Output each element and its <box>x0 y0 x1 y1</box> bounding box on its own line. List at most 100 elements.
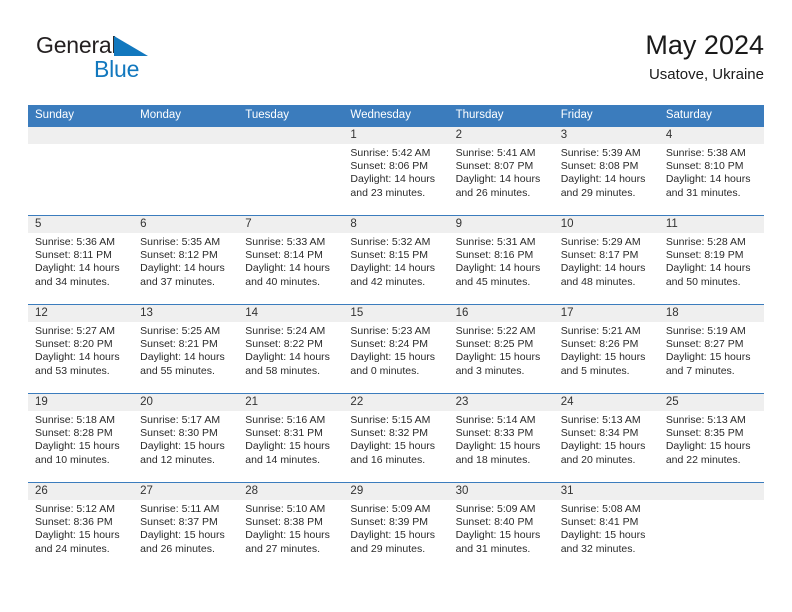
day-cell[interactable]: 21 Sunrise: 5:16 AM Sunset: 8:31 PM Dayligh… <box>238 394 344 482</box>
sunset-text: Sunset: 8:20 PM <box>35 338 113 351</box>
day-cell[interactable] <box>133 127 239 215</box>
day-number: 2 <box>448 127 554 144</box>
day-cell[interactable]: 25 Sunrise: 5:13 AM Sunset: 8:35 PM Dayligh… <box>658 394 764 482</box>
day-cell[interactable]: 5 Sunrise: 5:36 AM Sunset: 8:11 PM Daylight… <box>28 216 134 304</box>
day-cell[interactable]: 22 Sunrise: 5:15 AM Sunset: 8:32 PM Dayligh… <box>343 394 449 482</box>
sunrise-text: Sunrise: 5:28 AM <box>665 236 746 248</box>
daylight-text-line1: Daylight: 15 hours <box>455 440 541 453</box>
day-info: Sunrise: 5:12 AM Sunset: 8:36 PM Daylight:… <box>28 500 133 556</box>
daylight-text-line2: and 29 minutes. <box>350 542 426 555</box>
day-info: Sunrise: 5:15 AM Sunset: 8:32 PM Daylight:… <box>343 411 448 467</box>
daylight-text-line2: and 55 minutes. <box>140 364 215 377</box>
daylight-text-line2: and 45 minutes. <box>455 275 531 288</box>
week-row: 12 Sunrise: 5:27 AM Sunset: 8:20 PM Dayligh… <box>28 304 764 393</box>
daylight-text-line1: Daylight: 15 hours <box>245 529 330 542</box>
day-cell[interactable]: 18 Sunrise: 5:19 AM Sunset: 8:27 PM Dayligh… <box>658 305 764 393</box>
day-cell[interactable]: 13 Sunrise: 5:25 AM Sunset: 8:21 PM Dayligh… <box>133 305 239 393</box>
day-cell[interactable]: 8 Sunrise: 5:32 AM Sunset: 8:15 PM Daylight… <box>343 216 449 304</box>
day-cell[interactable]: 26 Sunrise: 5:12 AM Sunset: 8:36 PM Dayligh… <box>28 483 134 571</box>
day-info: Sunrise: 5:27 AM Sunset: 8:20 PM Daylight:… <box>28 322 133 378</box>
daylight-text-line1: Daylight: 14 hours <box>455 173 541 186</box>
daylight-text-line1: Daylight: 14 hours <box>455 262 541 275</box>
daylight-text-line1: Daylight: 15 hours <box>665 440 751 453</box>
day-number: 22 <box>343 394 449 411</box>
sunset-text: Sunset: 8:21 PM <box>140 338 218 351</box>
day-cell[interactable] <box>658 483 764 571</box>
day-cell[interactable]: 6 Sunrise: 5:35 AM Sunset: 8:12 PM Daylight… <box>133 216 239 304</box>
day-number <box>133 127 239 144</box>
day-number: 8 <box>343 216 449 233</box>
sunset-text: Sunset: 8:14 PM <box>245 249 323 262</box>
day-info: Sunrise: 5:42 AM Sunset: 8:06 PM Daylight:… <box>343 144 448 200</box>
page-title: May 2024 <box>645 30 764 60</box>
sunset-text: Sunset: 8:37 PM <box>140 516 218 529</box>
day-cell[interactable]: 27 Sunrise: 5:11 AM Sunset: 8:37 PM Dayligh… <box>133 483 239 571</box>
day-cell[interactable]: 4 Sunrise: 5:38 AM Sunset: 8:10 PM Daylight… <box>658 127 764 215</box>
day-cell[interactable]: 31 Sunrise: 5:08 AM Sunset: 8:41 PM Dayligh… <box>553 483 659 571</box>
day-cell[interactable]: 28 Sunrise: 5:10 AM Sunset: 8:38 PM Dayligh… <box>238 483 344 571</box>
day-cell[interactable]: 11 Sunrise: 5:28 AM Sunset: 8:19 PM Dayligh… <box>658 216 764 304</box>
sunrise-text: Sunrise: 5:14 AM <box>455 414 536 426</box>
day-cell[interactable]: 23 Sunrise: 5:14 AM Sunset: 8:33 PM Dayligh… <box>448 394 554 482</box>
day-info: Sunrise: 5:16 AM Sunset: 8:31 PM Daylight:… <box>238 411 343 467</box>
daylight-text-line1: Daylight: 15 hours <box>455 529 541 542</box>
day-cell[interactable]: 10 Sunrise: 5:29 AM Sunset: 8:17 PM Dayligh… <box>553 216 659 304</box>
daylight-text-line1: Daylight: 14 hours <box>35 351 120 364</box>
day-cell[interactable] <box>28 127 134 215</box>
sunset-text: Sunset: 8:36 PM <box>35 516 113 529</box>
day-info: Sunrise: 5:22 AM Sunset: 8:25 PM Daylight:… <box>449 322 554 378</box>
day-number: 1 <box>343 127 449 144</box>
daylight-text-line1: Daylight: 15 hours <box>35 440 120 453</box>
sunrise-text: Sunrise: 5:22 AM <box>455 325 536 337</box>
sunrise-text: Sunrise: 5:21 AM <box>560 325 641 337</box>
day-cell[interactable]: 9 Sunrise: 5:31 AM Sunset: 8:16 PM Daylight… <box>448 216 554 304</box>
sunset-text: Sunset: 8:12 PM <box>140 249 218 262</box>
day-cell[interactable]: 15 Sunrise: 5:23 AM Sunset: 8:24 PM Dayligh… <box>343 305 449 393</box>
day-cell[interactable]: 2 Sunrise: 5:41 AM Sunset: 8:07 PM Daylight… <box>448 127 554 215</box>
daylight-text-line2: and 18 minutes. <box>455 453 531 466</box>
day-cell[interactable]: 29 Sunrise: 5:09 AM Sunset: 8:39 PM Dayligh… <box>343 483 449 571</box>
day-number: 25 <box>658 394 764 411</box>
day-cell[interactable]: 17 Sunrise: 5:21 AM Sunset: 8:26 PM Dayligh… <box>553 305 659 393</box>
day-cell[interactable]: 19 Sunrise: 5:18 AM Sunset: 8:28 PM Dayligh… <box>28 394 134 482</box>
day-cell[interactable] <box>238 127 344 215</box>
day-cell[interactable]: 14 Sunrise: 5:24 AM Sunset: 8:22 PM Dayligh… <box>238 305 344 393</box>
sunrise-text: Sunrise: 5:39 AM <box>560 147 641 159</box>
day-cell[interactable]: 3 Sunrise: 5:39 AM Sunset: 8:08 PM Daylight… <box>553 127 659 215</box>
day-cell[interactable]: 24 Sunrise: 5:13 AM Sunset: 8:34 PM Dayligh… <box>553 394 659 482</box>
weekday-header-monday: Monday <box>140 109 182 121</box>
sunset-text: Sunset: 8:17 PM <box>560 249 639 262</box>
day-cell[interactable]: 20 Sunrise: 5:17 AM Sunset: 8:30 PM Dayligh… <box>133 394 239 482</box>
day-cell[interactable]: 1 Sunrise: 5:42 AM Sunset: 8:06 PM Daylight… <box>343 127 449 215</box>
day-number: 12 <box>28 305 134 322</box>
sunset-text: Sunset: 8:11 PM <box>35 249 112 262</box>
sunset-text: Sunset: 8:33 PM <box>455 427 534 440</box>
brand-logo[interactable]: General Blue <box>36 32 256 88</box>
daylight-text-line1: Daylight: 15 hours <box>350 529 436 542</box>
sunrise-text: Sunrise: 5:18 AM <box>35 414 115 426</box>
day-cell[interactable]: 16 Sunrise: 5:22 AM Sunset: 8:25 PM Dayligh… <box>448 305 554 393</box>
day-number: 10 <box>553 216 659 233</box>
sunrise-text: Sunrise: 5:36 AM <box>35 236 115 248</box>
daylight-text-line2: and 7 minutes. <box>665 364 735 377</box>
day-cell[interactable]: 7 Sunrise: 5:33 AM Sunset: 8:14 PM Daylight… <box>238 216 344 304</box>
sunrise-text: Sunrise: 5:16 AM <box>245 414 326 426</box>
week-row: 19 Sunrise: 5:18 AM Sunset: 8:28 PM Dayligh… <box>28 393 764 482</box>
sunrise-text: Sunrise: 5:41 AM <box>455 147 536 159</box>
day-info: Sunrise: 5:11 AM Sunset: 8:37 PM Daylight:… <box>133 500 238 556</box>
day-info: Sunrise: 5:41 AM Sunset: 8:07 PM Daylight:… <box>449 144 554 200</box>
day-cell[interactable]: 12 Sunrise: 5:27 AM Sunset: 8:20 PM Dayligh… <box>28 305 134 393</box>
daylight-text-line1: Daylight: 14 hours <box>350 262 436 275</box>
day-number <box>28 127 134 144</box>
day-number: 16 <box>448 305 554 322</box>
day-cell[interactable]: 30 Sunrise: 5:09 AM Sunset: 8:40 PM Dayligh… <box>448 483 554 571</box>
daylight-text-line2: and 22 minutes. <box>665 453 741 466</box>
sunrise-text: Sunrise: 5:13 AM <box>665 414 746 426</box>
daylight-text-line2: and 16 minutes. <box>350 453 426 466</box>
day-info: Sunrise: 5:23 AM Sunset: 8:24 PM Daylight:… <box>343 322 448 378</box>
day-info: Sunrise: 5:33 AM Sunset: 8:14 PM Daylight:… <box>238 233 343 289</box>
title-block: May 2024 Usatove, Ukraine <box>645 28 764 86</box>
daylight-text-line2: and 5 minutes. <box>560 364 630 377</box>
sunrise-text: Sunrise: 5:23 AM <box>350 325 431 337</box>
sunset-text: Sunset: 8:27 PM <box>665 338 744 351</box>
